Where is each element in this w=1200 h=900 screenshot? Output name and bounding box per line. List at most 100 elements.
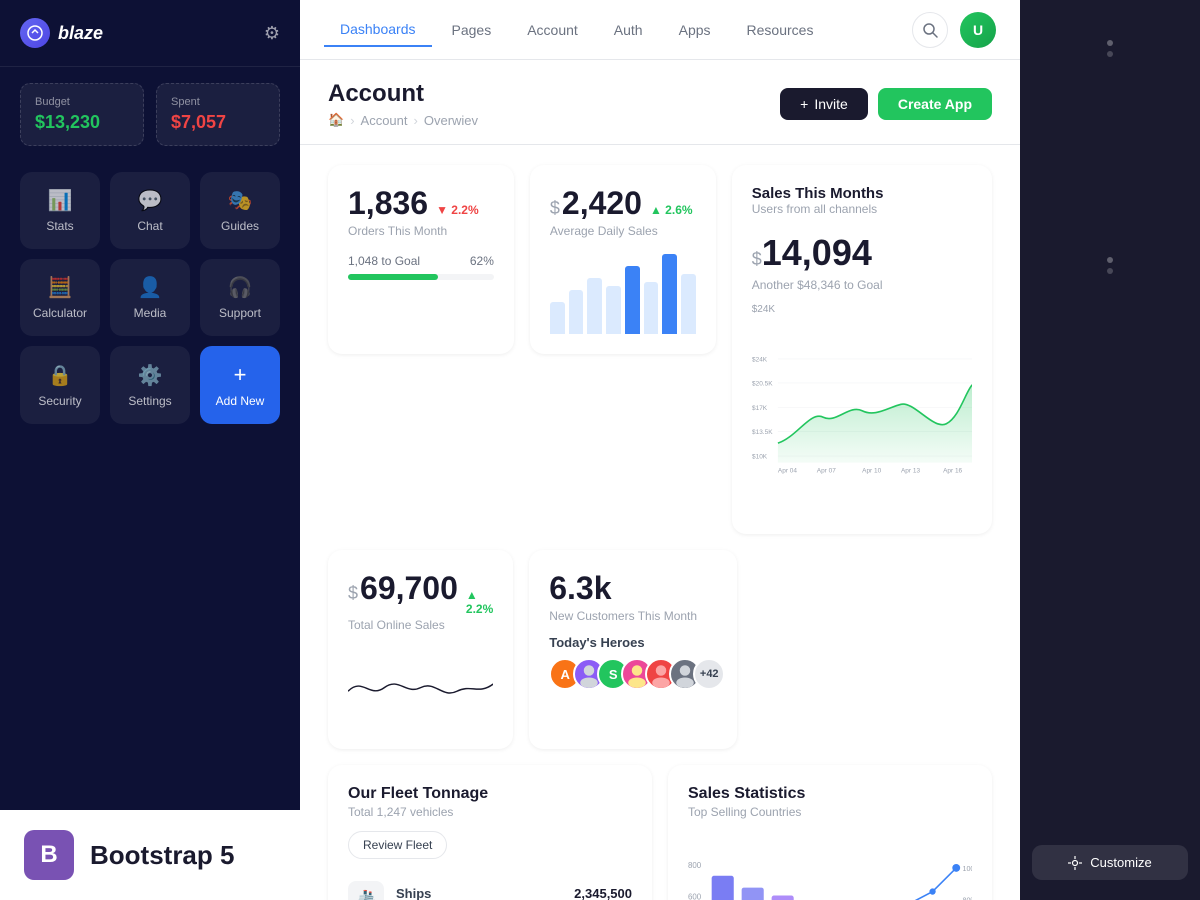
nav-item-calculator[interactable]: 🧮 Calculator [20,259,100,336]
nav-item-guides[interactable]: 🎭 Guides [200,172,280,249]
svg-text:80%: 80% [963,897,972,900]
nav-link-dashboards[interactable]: Dashboards [324,13,432,47]
search-button[interactable] [912,12,948,48]
svg-text:$10K: $10K [752,454,768,461]
svg-text:Apr 07: Apr 07 [817,467,836,474]
customize-icon [1068,856,1082,870]
main-area: Dashboards Pages Account Auth Apps Resou… [300,0,1020,900]
right-panel: Customize [1020,0,1200,900]
avg-sales-change: ▲ 2.6% [650,203,693,217]
nav-item-support[interactable]: 🎧 Support [200,259,280,336]
menu-icon[interactable]: ⚙ [264,23,280,44]
customers-label: New Customers This Month [549,609,717,623]
page-header-left: Account 🏠 › Account › Overwiev [328,80,478,128]
top-nav-links: Dashboards Pages Account Auth Apps Resou… [324,13,829,47]
ships-name: Ships [396,886,445,900]
sales-big-num: 14,094 [762,232,872,274]
page-title: Account [328,80,478,108]
nav-link-resources[interactable]: Resources [731,14,830,46]
sidebar: blaze ⚙ Budget $13,230 Spent $7,057 📊 St… [0,0,300,900]
progress-label-row: 1,048 to Goal 62% [348,254,494,268]
panel-dots-top [1107,40,1113,57]
fleet-card: Our Fleet Tonnage Total 1,247 vehicles R… [328,765,652,900]
nav-item-stats[interactable]: 📊 Stats [20,172,100,249]
second-stats-grid: $ 69,700 ▲ 2.2% Total Online Sales 6.3k … [300,534,1020,749]
svg-text:100%: 100% [963,865,972,873]
progress-fill [348,274,438,280]
top-nav: Dashboards Pages Account Auth Apps Resou… [300,0,1020,60]
y-label-1: $24K [752,304,775,315]
panel-dots-mid [1107,257,1113,274]
nav-link-pages[interactable]: Pages [436,14,508,46]
y-labels: $24K [752,304,972,315]
orders-change: ▼ 2.2% [436,203,479,217]
nav-item-security[interactable]: 🔒 Security [20,346,100,424]
budget-row: Budget $13,230 Spent $7,057 [0,67,300,162]
breadcrumb-home-icon: 🏠 [328,112,344,128]
sales-goal-text: Another $48,346 to Goal [752,278,972,292]
breadcrumb-account: Account [361,113,408,128]
heroes-title: Today's Heroes [549,635,717,650]
nav-link-apps[interactable]: Apps [663,14,727,46]
support-icon: 🎧 [228,275,253,300]
svg-text:Apr 10: Apr 10 [862,467,881,474]
bar-2 [569,290,584,334]
bar-6 [644,282,659,334]
create-app-label: Create App [898,96,972,112]
nav-item-settings[interactable]: ⚙️ Settings [110,346,190,424]
scrollable-content: Account 🏠 › Account › Overwiev + Invite … [300,60,1020,900]
customers-card: 6.3k New Customers This Month Today's He… [529,550,737,749]
nav-label-media: Media [134,306,167,320]
line-chart-svg: $24K $20.5K $17K $13.5K $10K [752,319,972,509]
logo-icon [20,18,50,48]
online-dollar: $ [348,583,358,604]
breadcrumb-overview: Overwiev [424,113,478,128]
ships-info: Ships 234 Ships [396,886,445,900]
bootstrap-icon: B [24,830,74,880]
sales-stats-chart: 800 600 400 200 [688,831,972,900]
online-sales-label: Total Online Sales [348,618,493,632]
settings-icon: ⚙️ [138,363,163,388]
nav-item-media[interactable]: 👤 Media [110,259,190,336]
nav-label-stats: Stats [46,219,73,233]
invite-label: Invite [814,96,847,112]
online-sales-number: 69,700 [360,570,458,607]
fleet-row-ships-left: 🚢 Ships 234 Ships [348,881,445,900]
avg-dollar: $ [550,198,560,219]
media-icon: 👤 [138,275,163,300]
fleet-subtitle: Total 1,247 vehicles [348,805,632,819]
nav-link-account[interactable]: Account [511,14,594,46]
user-avatar[interactable]: U [960,12,996,48]
sales-dollar: $ [752,249,762,270]
nav-item-chat[interactable]: 💬 Chat [110,172,190,249]
progress-bar [348,274,494,280]
nav-label-support: Support [219,306,261,320]
create-app-button[interactable]: Create App [878,88,992,120]
svg-text:600: 600 [688,892,702,900]
sidebar-header: blaze ⚙ [0,0,300,67]
nav-label-add-new: Add New [216,394,265,408]
spent-amount: $7,057 [171,112,265,133]
invite-button[interactable]: + Invite [780,88,868,120]
nav-label-chat: Chat [137,219,162,233]
nav-label-calculator: Calculator [33,306,87,320]
ships-value: 2,345,500 [574,886,632,900]
heroes-section: Today's Heroes A S [549,635,717,690]
svg-text:$20.5K: $20.5K [752,380,773,387]
budget-card: Budget $13,230 [20,83,144,146]
customize-button[interactable]: Customize [1032,845,1188,880]
nav-item-add-new[interactable]: + Add New [200,346,280,424]
online-sales-card: $ 69,700 ▲ 2.2% Total Online Sales [328,550,513,749]
fleet-row-ships: 🚢 Ships 234 Ships 2,345,500 Tons [348,871,632,900]
bar-1 [550,302,565,334]
review-fleet-button[interactable]: Review Fleet [348,831,447,859]
online-sales-num-row: $ 69,700 ▲ 2.2% [348,570,493,616]
budget-label: Budget [35,96,129,108]
panel-dot-3 [1107,257,1113,263]
avg-sales-label: Average Daily Sales [550,224,696,238]
ships-value-group: 2,345,500 Tons [574,886,632,900]
bootstrap-label: Bootstrap 5 [90,840,234,871]
nav-link-auth[interactable]: Auth [598,14,659,46]
sales-stats-card: Sales Statistics Top Selling Countries 8… [668,765,992,900]
panel-dot-2 [1107,51,1113,57]
